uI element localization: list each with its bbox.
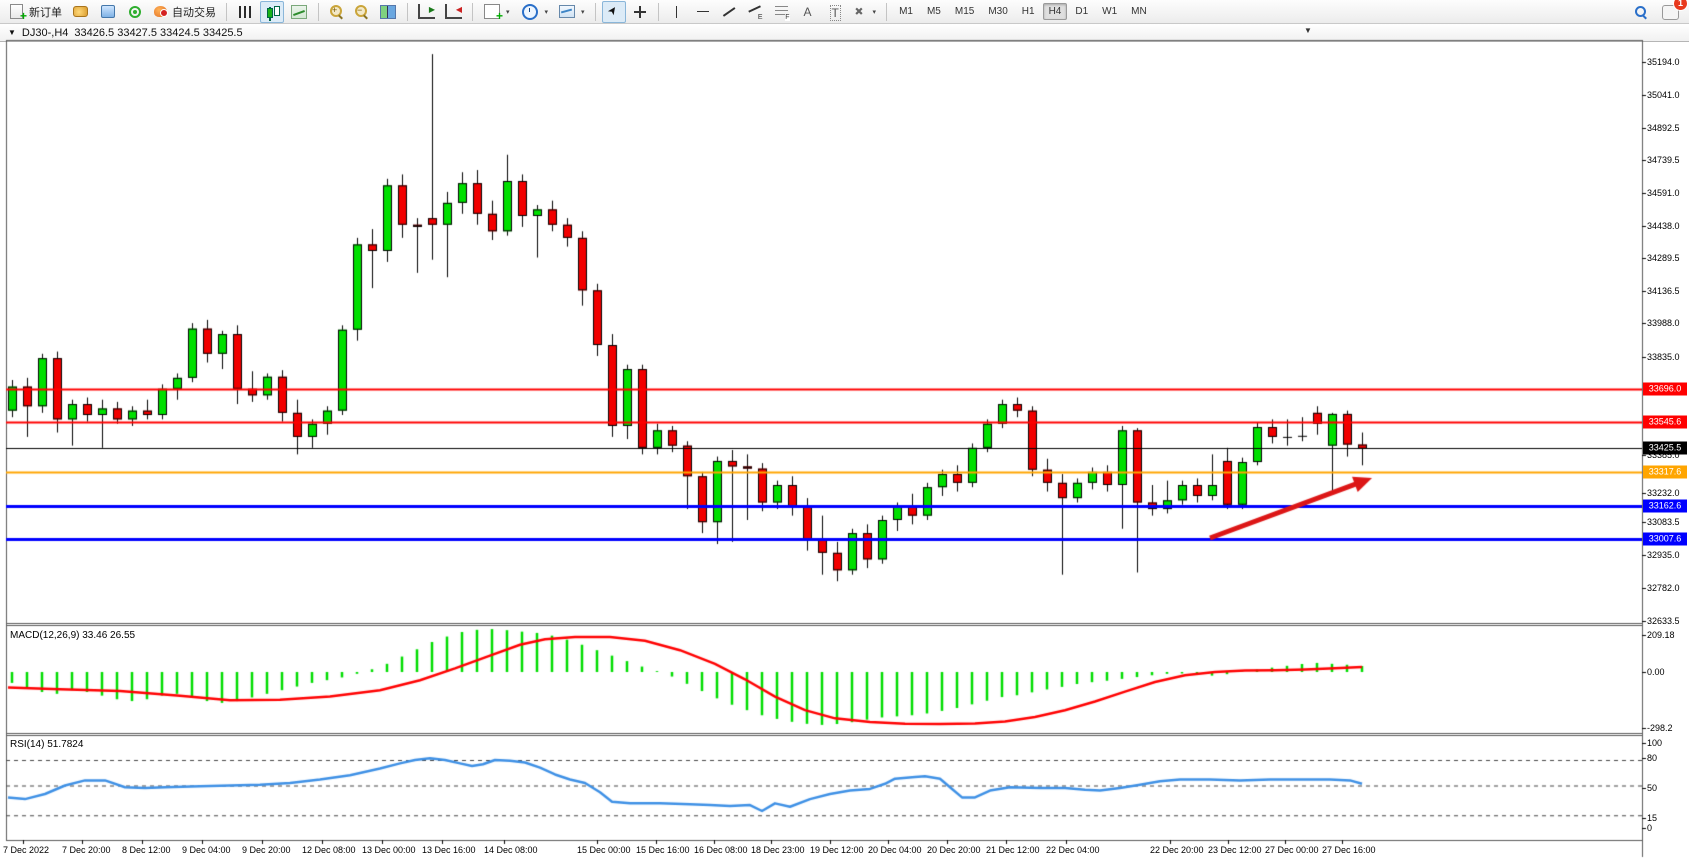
macd-tick-label: 0.00: [1647, 667, 1665, 677]
price-tick-label: 34739.5: [1647, 155, 1680, 165]
price-tick-label: 35041.0: [1647, 90, 1680, 100]
time-axis-label: 8 Dec 12:00: [122, 845, 171, 855]
macd-tick-label: 209.18: [1647, 630, 1675, 640]
price-tick-label: 34892.5: [1647, 123, 1680, 133]
price-tick-label: 34591.0: [1647, 188, 1680, 198]
price-tick-label: 34136.5: [1647, 286, 1680, 296]
time-axis-label: 7 Dec 2022: [3, 845, 49, 855]
chart-canvas[interactable]: [0, 0, 1689, 861]
price-level-badge: 33162.6: [1643, 500, 1687, 513]
price-level-badge: 33317.6: [1643, 466, 1687, 479]
rsi-tick-label: 0: [1647, 823, 1652, 833]
macd-tick-label: -298.2: [1647, 723, 1673, 733]
price-tick-label: 32782.0: [1647, 583, 1680, 593]
time-axis-label: 9 Dec 04:00: [182, 845, 231, 855]
time-axis-label: 7 Dec 20:00: [62, 845, 111, 855]
price-tick-label: 33083.5: [1647, 517, 1680, 527]
time-axis-label: 13 Dec 16:00: [422, 845, 476, 855]
time-axis-label: 16 Dec 08:00: [694, 845, 748, 855]
macd-indicator-label: MACD(12,26,9) 33.46 26.55: [10, 630, 135, 641]
rsi-tick-label: 50: [1647, 783, 1657, 793]
price-tick-label: 32633.5: [1647, 616, 1680, 626]
price-level-badge: 33007.6: [1643, 533, 1687, 546]
price-tick-label: 33232.0: [1647, 488, 1680, 498]
time-axis-label: 22 Dec 20:00: [1150, 845, 1204, 855]
time-axis-label: 22 Dec 04:00: [1046, 845, 1100, 855]
time-axis-label: 9 Dec 20:00: [242, 845, 291, 855]
time-axis-label: 12 Dec 08:00: [302, 845, 356, 855]
time-axis-label: 21 Dec 12:00: [986, 845, 1040, 855]
price-tick-label: 34289.5: [1647, 253, 1680, 263]
time-axis-label: 23 Dec 12:00: [1208, 845, 1262, 855]
rsi-tick-label: 15: [1647, 813, 1657, 823]
price-tick-label: 33835.0: [1647, 352, 1680, 362]
price-level-badge: 33696.0: [1643, 383, 1687, 396]
price-tick-label: 32935.0: [1647, 550, 1680, 560]
price-level-badge: 33425.5: [1643, 442, 1687, 455]
mt4-window: 新订单自动交易+−▾▾▾▾M1M5M15M30H1H4D1W1MN1 ▼ DJ3…: [0, 0, 1689, 861]
rsi-tick-label: 80: [1647, 753, 1657, 763]
time-axis-label: 20 Dec 20:00: [927, 845, 981, 855]
time-axis-label: 20 Dec 04:00: [868, 845, 922, 855]
chart-shift-marker[interactable]: ▼: [1304, 26, 1312, 35]
time-axis-label: 19 Dec 12:00: [810, 845, 864, 855]
time-axis-label: 18 Dec 23:00: [751, 845, 805, 855]
time-axis-label: 27 Dec 00:00: [1265, 845, 1319, 855]
time-axis-label: 15 Dec 16:00: [636, 845, 690, 855]
time-axis-label: 13 Dec 00:00: [362, 845, 416, 855]
time-axis-label: 15 Dec 00:00: [577, 845, 631, 855]
rsi-tick-label: 100: [1647, 738, 1662, 748]
time-axis-label: 27 Dec 16:00: [1322, 845, 1376, 855]
price-tick-label: 33988.0: [1647, 318, 1680, 328]
price-tick-label: 35194.0: [1647, 57, 1680, 67]
price-level-badge: 33545.6: [1643, 416, 1687, 429]
time-axis-label: 14 Dec 08:00: [484, 845, 538, 855]
rsi-indicator-label: RSI(14) 51.7824: [10, 739, 83, 750]
price-tick-label: 34438.0: [1647, 221, 1680, 231]
